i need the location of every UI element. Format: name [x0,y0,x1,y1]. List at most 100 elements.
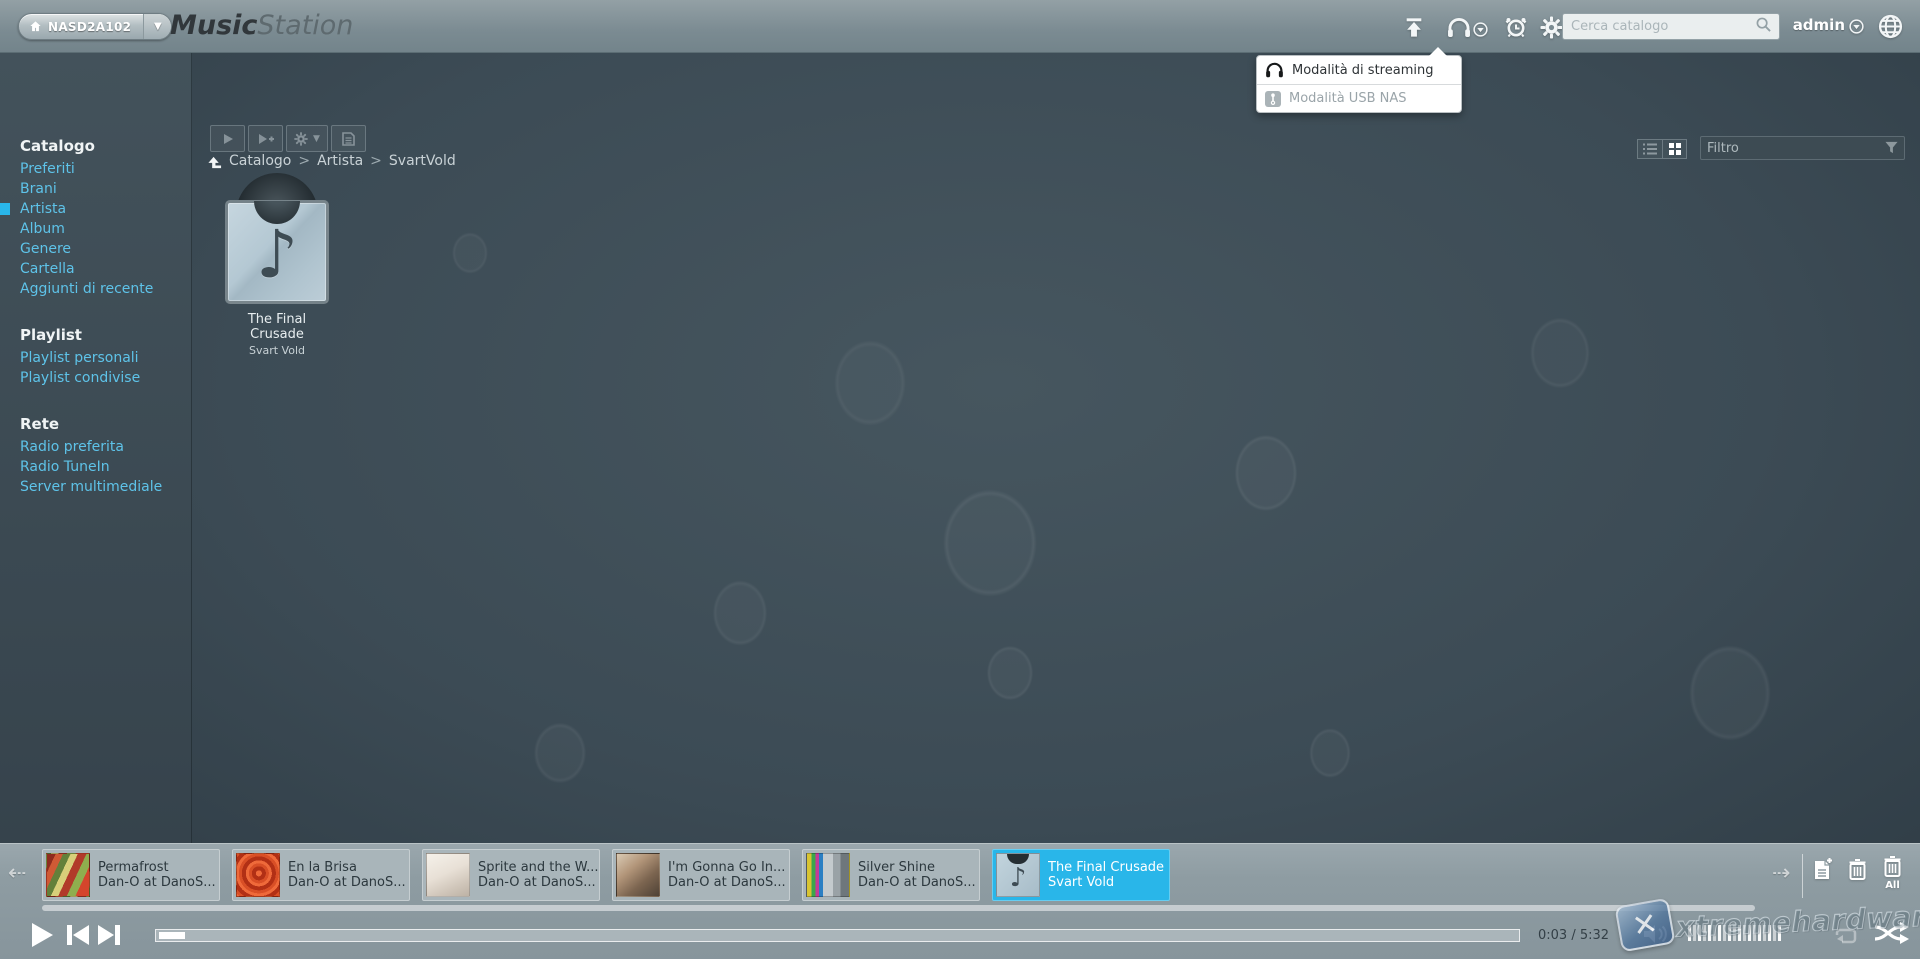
save-playlist-button[interactable] [1814,858,1833,884]
sidebar-section-catalogo: Catalogo Preferiti Brani Artista Album G… [0,137,191,299]
queue-scrollbar[interactable] [42,905,1755,911]
menu-item-streaming-mode[interactable]: Modalità di streaming [1257,56,1461,84]
options-button[interactable]: ▼ [286,125,328,152]
queue-track-im-gonna-go[interactable]: I'm Gonna Go In... Dan-O at DanoS... [612,849,790,901]
breadcrumb-separator: > [298,153,310,169]
remove-track-button[interactable] [1849,859,1866,884]
queue-list: Permafrost Dan-O at DanoS... En la Brisa… [42,849,1170,901]
play-icon [30,922,54,948]
queue-track-silver-shine[interactable]: Silver Shine Dan-O at DanoS... [802,849,980,901]
caret-circle-icon [1473,22,1488,37]
nas-selector[interactable]: NASD2A102 ▼ [18,13,172,40]
headphones-icon [1446,17,1472,38]
language-button[interactable] [1878,14,1903,39]
sidebar-item-playlist-personali[interactable]: Playlist personali [0,348,191,368]
sidebar-item-artista[interactable]: Artista [0,199,191,219]
seek-handle[interactable] [159,932,185,939]
streaming-mode-caret[interactable] [1473,22,1488,37]
sidebar-item-brani[interactable]: Brani [0,179,191,199]
track-artist: Dan-O at DanoS... [478,875,599,890]
sidebar-item-cartella[interactable]: Cartella [0,259,191,279]
streaming-mode-button[interactable] [1446,17,1472,38]
watermark-x-glyph: ✕ [1630,906,1661,945]
next-track-button[interactable] [97,924,121,950]
play-add-icon [258,133,274,145]
breadcrumb-artista[interactable]: Artista [317,153,363,169]
queue-scroll-right-button[interactable]: ⇢ [1772,861,1790,886]
track-title: Permafrost [98,860,216,875]
sidebar-item-server-multimediale[interactable]: Server multimediale [0,477,191,497]
sidebar-item-preferiti[interactable]: Preferiti [0,159,191,179]
music-note-icon: ♪ [256,222,298,288]
add-playlist-icon [1814,858,1833,880]
album-title: The Final Crusade [222,312,332,342]
track-title: I'm Gonna Go In... [668,860,786,875]
sidebar-title-playlist: Playlist [0,326,191,344]
grid-view-button[interactable] [1662,139,1687,159]
queue-track-en-la-brisa[interactable]: En la Brisa Dan-O at DanoS... [232,849,410,901]
album-art-thumbnail: ♪ [996,853,1040,897]
album-art-thumbnail [46,853,90,897]
album-art-thumbnail [426,853,470,897]
upload-button[interactable] [1403,16,1425,39]
music-station-app: ▼ Catalogo > Artista > SvartVold [0,0,1920,959]
track-artist: Dan-O at DanoS... [98,875,216,890]
queue-scroll-left-button[interactable]: ⇠ [8,861,26,886]
track-title: En la Brisa [288,860,406,875]
document-icon [342,132,355,146]
search-input[interactable] [1571,19,1756,34]
caret-down-icon: ▼ [313,134,320,144]
grid-view-icon [1669,143,1681,155]
queue-track-sprite[interactable]: Sprite and the W... Dan-O at DanoS... [422,849,600,901]
app-header: NASD2A102 ▼ MusicStation [0,0,1920,53]
queue-track-permafrost[interactable]: Permafrost Dan-O at DanoS... [42,849,220,901]
track-artist: Svart Vold [1048,875,1164,890]
user-menu-caret[interactable] [1849,19,1864,34]
track-artist: Dan-O at DanoS... [668,875,786,890]
sidebar-item-playlist-condivise[interactable]: Playlist condivise [0,368,191,388]
filter-box [1700,136,1905,160]
user-menu[interactable]: admin [1793,16,1845,34]
home-icon [29,20,42,33]
streaming-mode-menu: Modalità di streaming Modalità USB NAS [1256,55,1462,113]
view-toggles [1637,139,1687,159]
track-artist: Dan-O at DanoS... [858,875,976,890]
album-tile[interactable]: ♪ The Final Crusade Svart Vold [222,173,332,357]
usb-nas-icon [1265,91,1281,107]
queue-track-final-crusade-active[interactable]: ♪ The Final Crusade Svart Vold [992,849,1170,901]
go-up-icon[interactable] [207,154,222,169]
sidebar-item-album[interactable]: Album [0,219,191,239]
details-button[interactable] [331,125,366,152]
globe-icon [1878,14,1903,39]
nas-selector-main[interactable]: NASD2A102 [19,14,143,39]
breadcrumb-separator: > [370,153,382,169]
app-logo: MusicStation [170,10,353,41]
main-content: ▼ Catalogo > Artista > SvartVold [0,53,1920,843]
sidebar-item-genere[interactable]: Genere [0,239,191,259]
sidebar-item-radio-preferita[interactable]: Radio preferita [0,437,191,457]
add-to-playlist-button[interactable] [248,125,283,152]
filter-input[interactable] [1707,141,1885,156]
breadcrumb-svartvold[interactable]: SvartVold [389,153,456,169]
music-note-icon: ♪ [1010,863,1027,893]
album-art-thumbnail [806,853,850,897]
clear-queue-button[interactable]: All [1884,856,1901,891]
watermark-logo: ✕ [1614,898,1675,953]
album-art-thumbnail [236,853,280,897]
menu-item-usb-nas-mode[interactable]: Modalità USB NAS [1257,84,1461,112]
next-icon [97,924,121,946]
breadcrumb-catalogo[interactable]: Catalogo [229,153,291,169]
list-view-button[interactable] [1637,139,1662,159]
settings-button[interactable] [1540,16,1563,39]
album-artist: Svart Vold [222,344,332,357]
nas-selector-caret[interactable]: ▼ [143,14,171,39]
play-selection-button[interactable] [210,125,245,152]
previous-track-button[interactable] [66,924,90,950]
sidebar-item-radio-tunein[interactable]: Radio TuneIn [0,457,191,477]
menu-item-label: Modalità USB NAS [1289,91,1407,106]
alarm-button[interactable] [1504,15,1528,39]
search-icon[interactable] [1756,17,1771,36]
sidebar-item-aggiunti-di-recente[interactable]: Aggiunti di recente [0,279,191,299]
seek-bar[interactable] [155,929,1520,942]
play-button[interactable] [30,922,54,952]
